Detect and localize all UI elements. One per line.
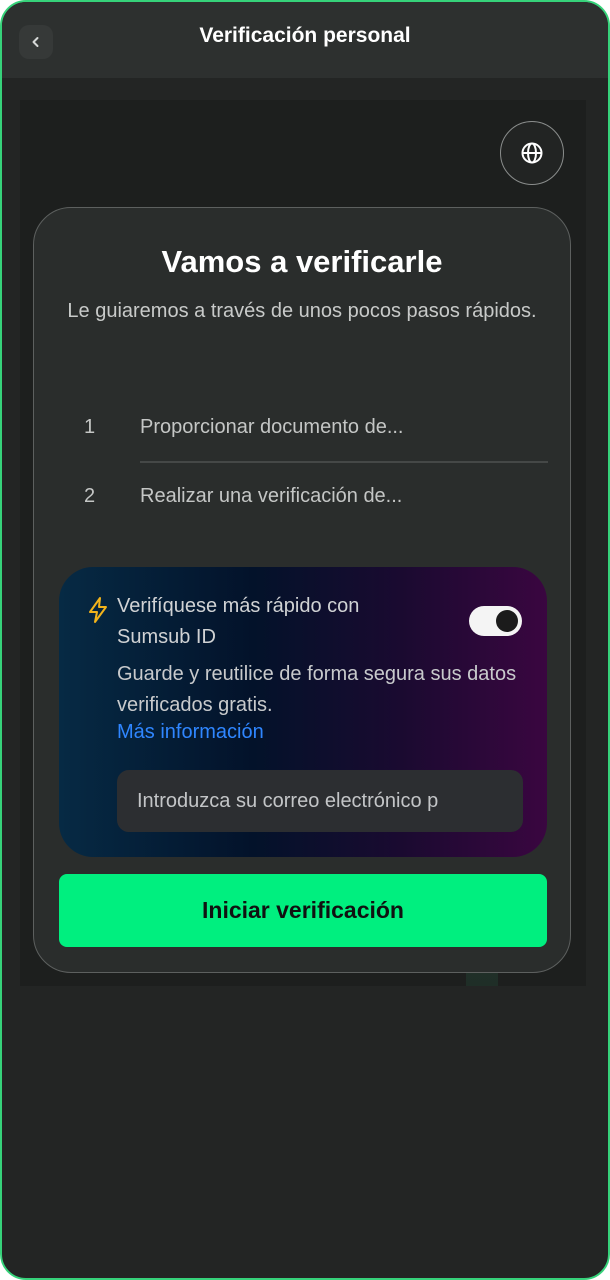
step-label: Proporcionar documento de...	[140, 416, 404, 438]
globe-icon	[521, 142, 543, 164]
verification-card: Vamos a verificarle Le guiaremos a travé…	[33, 207, 571, 973]
app-frame: Verificación personal Vamos a verificarl…	[0, 0, 610, 1280]
more-info-link[interactable]: Más información	[117, 721, 264, 744]
page-title: Verificación personal	[199, 24, 411, 47]
step-item: 2 Realizar una verificación de...	[34, 477, 572, 517]
step-number: 2	[84, 485, 96, 507]
sumsub-description: Guarde y reutilice de forma segura sus d…	[117, 663, 517, 716]
step-item: 1 Proporcionar documento de...	[34, 408, 572, 448]
card-title: Vamos a verificarle	[161, 244, 443, 279]
card-subtitle: Le guiaremos a través de unos pocos paso…	[67, 300, 537, 322]
sumsub-id-panel: Verifíquese más rápido con Sumsub ID Gua…	[59, 567, 547, 857]
step-divider	[140, 461, 548, 463]
step-number: 1	[84, 416, 96, 438]
step-label: Realizar una verificación de...	[140, 485, 403, 507]
verification-content: Vamos a verificarle Le guiaremos a travé…	[20, 100, 586, 986]
email-input[interactable]	[117, 770, 523, 832]
top-bar: Verificación personal	[2, 2, 608, 78]
language-button[interactable]	[500, 121, 564, 185]
toggle-knob	[496, 610, 518, 632]
start-verification-button[interactable]: Iniciar verificación	[59, 874, 547, 947]
lightning-bolt-icon	[89, 597, 107, 623]
sumsub-toggle[interactable]	[469, 606, 522, 636]
sumsub-title: Verifíquese más rápido con Sumsub ID	[117, 595, 360, 648]
